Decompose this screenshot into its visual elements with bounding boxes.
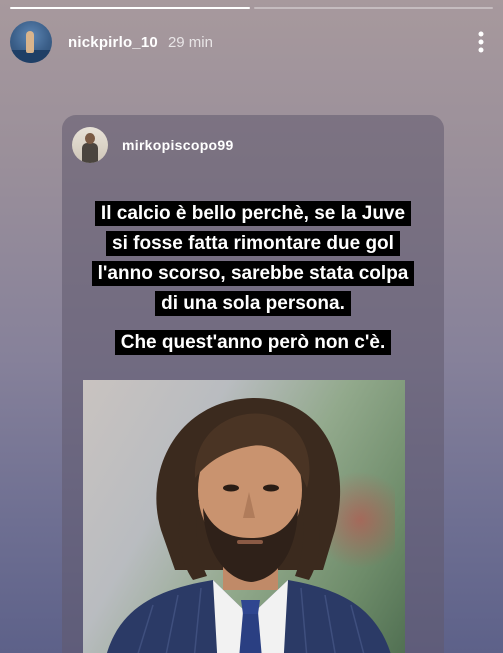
story-header: nickpirlo_10 29 min [10, 20, 493, 64]
post-author-avatar[interactable] [72, 127, 108, 163]
caption-line-3: l'anno scorso, sarebbe stata colpa [91, 261, 415, 286]
post-caption: Il calcio è bello perchè, se la Juve si … [62, 199, 444, 319]
story-timestamp: 29 min [167, 33, 213, 51]
vertical-ellipsis-icon [478, 31, 484, 53]
shared-post-card[interactable]: mirkopiscopo99 Il calcio è bello perchè,… [62, 115, 444, 653]
owner-username[interactable]: nickpirlo_10 [68, 34, 158, 51]
man-portrait-illustration [107, 398, 391, 653]
post-photo [83, 380, 405, 653]
post-caption-sub: Che quest'anno però non c'è. [62, 328, 444, 359]
more-options-button[interactable] [469, 26, 493, 58]
caption-line-2: si fosse fatta rimontare due gol [106, 231, 400, 256]
owner-avatar[interactable] [10, 21, 52, 63]
shared-post-header: mirkopiscopo99 [72, 125, 234, 165]
progress-segment-2 [253, 7, 493, 9]
caption-sub-line: Che quest'anno però non c'è. [114, 330, 392, 355]
caption-line-1: Il calcio è bello perchè, se la Juve [94, 201, 412, 226]
story-progress-bars [10, 7, 493, 9]
caption-line-4: di una sola persona. [155, 291, 351, 316]
post-author-username[interactable]: mirkopiscopo99 [122, 137, 234, 153]
progress-segment-1 [10, 7, 250, 9]
